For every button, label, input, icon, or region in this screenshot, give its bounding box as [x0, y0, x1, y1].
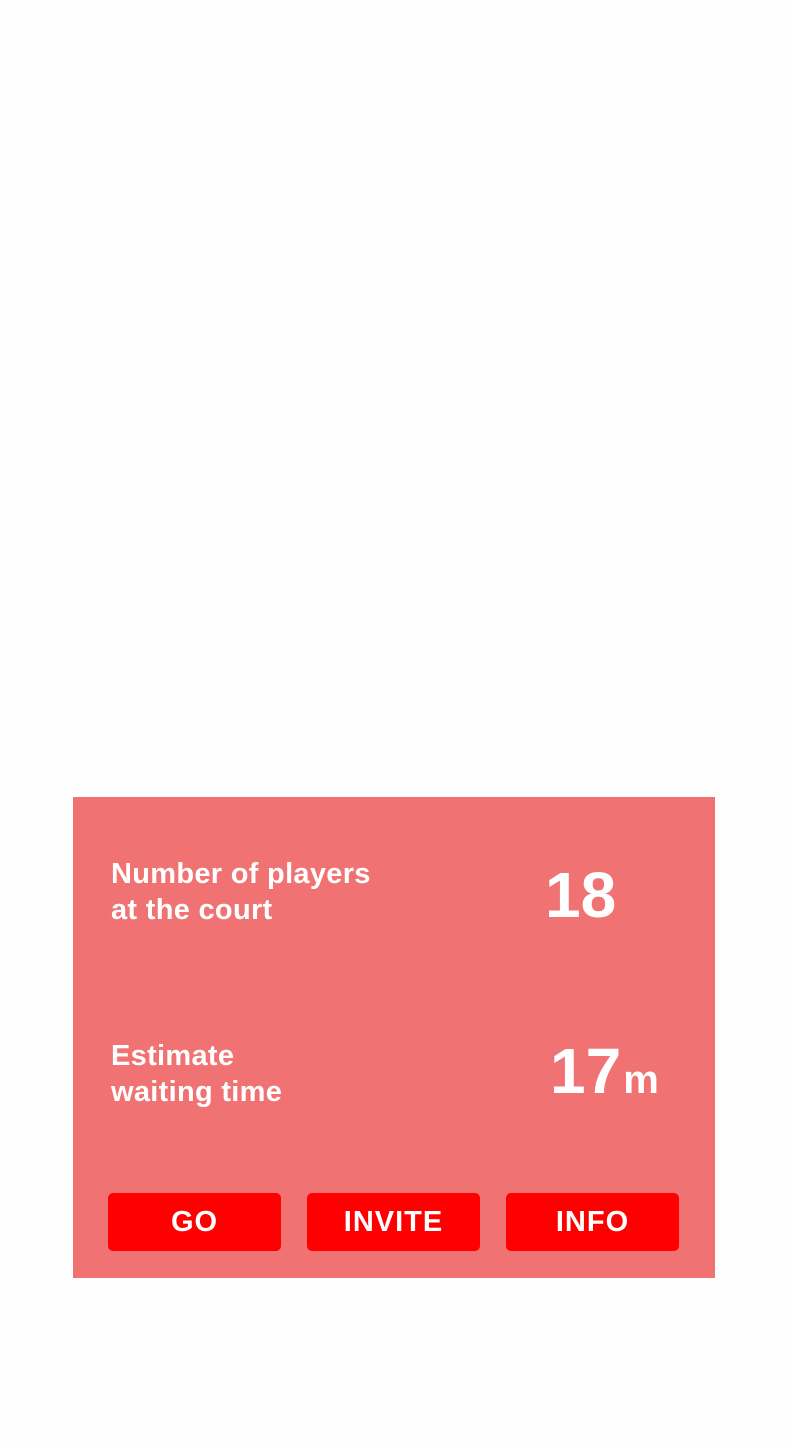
players-count-value: 18	[545, 859, 617, 931]
players-count-label-line1: Number of players	[111, 858, 371, 890]
waiting-time-unit: m	[623, 1058, 659, 1102]
waiting-time-label-line2: waiting time	[111, 1076, 283, 1108]
screen: Number of players at the court 18 Estima…	[0, 0, 788, 1444]
court-info-panel: Number of players at the court 18 Estima…	[73, 797, 715, 1278]
players-count-label: Number of players at the court	[111, 856, 371, 928]
waiting-time-label: Estimate waiting time	[111, 1038, 282, 1110]
go-button[interactable]: GO	[108, 1193, 281, 1251]
waiting-time-value-group: 17m	[550, 1039, 659, 1103]
players-count-label-line2: at the court	[111, 894, 273, 926]
waiting-time-label-line1: Estimate	[111, 1040, 235, 1072]
invite-button[interactable]: INVITE	[307, 1193, 480, 1251]
info-button[interactable]: INFO	[506, 1193, 679, 1251]
waiting-time-value: 17	[550, 1035, 622, 1107]
